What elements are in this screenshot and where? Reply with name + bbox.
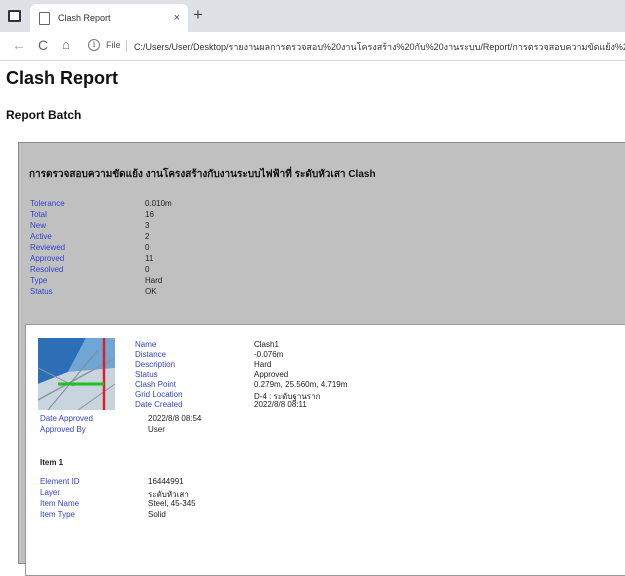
detail-value: 2022/8/8 08:11 [254, 400, 307, 409]
detail-label: Status [135, 370, 158, 379]
summary-label: Status [30, 287, 53, 296]
detail-value: 0.279m, 25.560m, 4.719m [254, 380, 348, 389]
tab-title: Clash Report [58, 13, 111, 23]
close-tab-icon[interactable]: × [174, 12, 180, 24]
detail-label: Description [135, 360, 176, 369]
tab-clash-report[interactable]: Clash Report × [30, 4, 188, 32]
window-menu-icon[interactable] [6, 8, 22, 24]
approval-value: User [148, 425, 165, 434]
summary-value: 3 [145, 221, 150, 230]
summary-label: Tolerance [30, 199, 65, 208]
approval-value: 2022/8/8 08:54 [148, 414, 202, 423]
summary-value: OK [145, 287, 157, 296]
summary-value: 11 [145, 254, 154, 263]
report-batch-panel: การตรวจสอบความขัดแย้ง งานโครงสร้างกับงาน… [18, 142, 625, 576]
page-icon [39, 11, 50, 25]
clash-thumbnail-image [38, 338, 115, 410]
item-label: Item Type [40, 510, 75, 519]
file-label: File [106, 40, 121, 50]
clash-entry: Name Clash1 Distance -0.076m Description Ha… [25, 324, 625, 576]
item-heading: Item 1 [40, 458, 64, 467]
summary-value: 0 [145, 243, 150, 252]
item-label: Item Name [40, 499, 80, 508]
new-tab-button[interactable]: + [193, 6, 203, 24]
page-subtitle: Report Batch [6, 108, 82, 122]
approval-label: Date Approved [40, 414, 93, 423]
batch-title: การตรวจสอบความขัดแย้ง งานโครงสร้างกับงาน… [29, 169, 376, 180]
summary-label: Resolved [30, 265, 64, 274]
back-icon[interactable]: ← [12, 37, 26, 53]
item-value: Solid [148, 510, 166, 519]
url-field[interactable]: C:/Users/User/Desktop/รายงานผลการตรวจสอบ… [134, 40, 625, 54]
item-label: Layer [40, 488, 61, 497]
item-value: 16444991 [148, 477, 184, 486]
summary-label: Reviewed [30, 243, 66, 252]
approval-label: Approved By [40, 425, 86, 434]
detail-label: Name [135, 340, 157, 349]
summary-label: Type [30, 276, 48, 285]
summary-label: Total [30, 210, 47, 219]
info-icon[interactable]: i [88, 39, 100, 51]
summary-label: New [30, 221, 47, 230]
reload-icon[interactable]: C [38, 37, 48, 53]
detail-label: Date Created [135, 400, 183, 409]
browser-tab-bar: Clash Report × + [0, 0, 625, 32]
home-icon[interactable]: ⌂ [62, 37, 70, 53]
summary-label: Active [30, 232, 52, 241]
detail-label: Clash Point [135, 380, 176, 389]
summary-value: 0.010m [145, 199, 172, 208]
address-bar: ← C ⌂ i File C:/Users/User/Desktop/รายงา… [0, 32, 625, 61]
detail-label: Distance [135, 350, 167, 359]
detail-value: -0.076m [254, 350, 284, 359]
address-divider [126, 40, 127, 52]
summary-value: 16 [145, 210, 154, 219]
item-label: Element ID [40, 477, 80, 486]
detail-label: Grid Location [135, 390, 183, 399]
page-title: Clash Report [6, 68, 119, 88]
detail-value: Hard [254, 360, 272, 369]
summary-value: 2 [145, 232, 150, 241]
summary-value: Hard [145, 276, 163, 285]
detail-value: Approved [254, 370, 289, 379]
summary-label: Approved [30, 254, 65, 263]
summary-value: 0 [145, 265, 150, 274]
item-value: Steel, 45-345 [148, 499, 196, 508]
detail-value: Clash1 [254, 340, 279, 349]
